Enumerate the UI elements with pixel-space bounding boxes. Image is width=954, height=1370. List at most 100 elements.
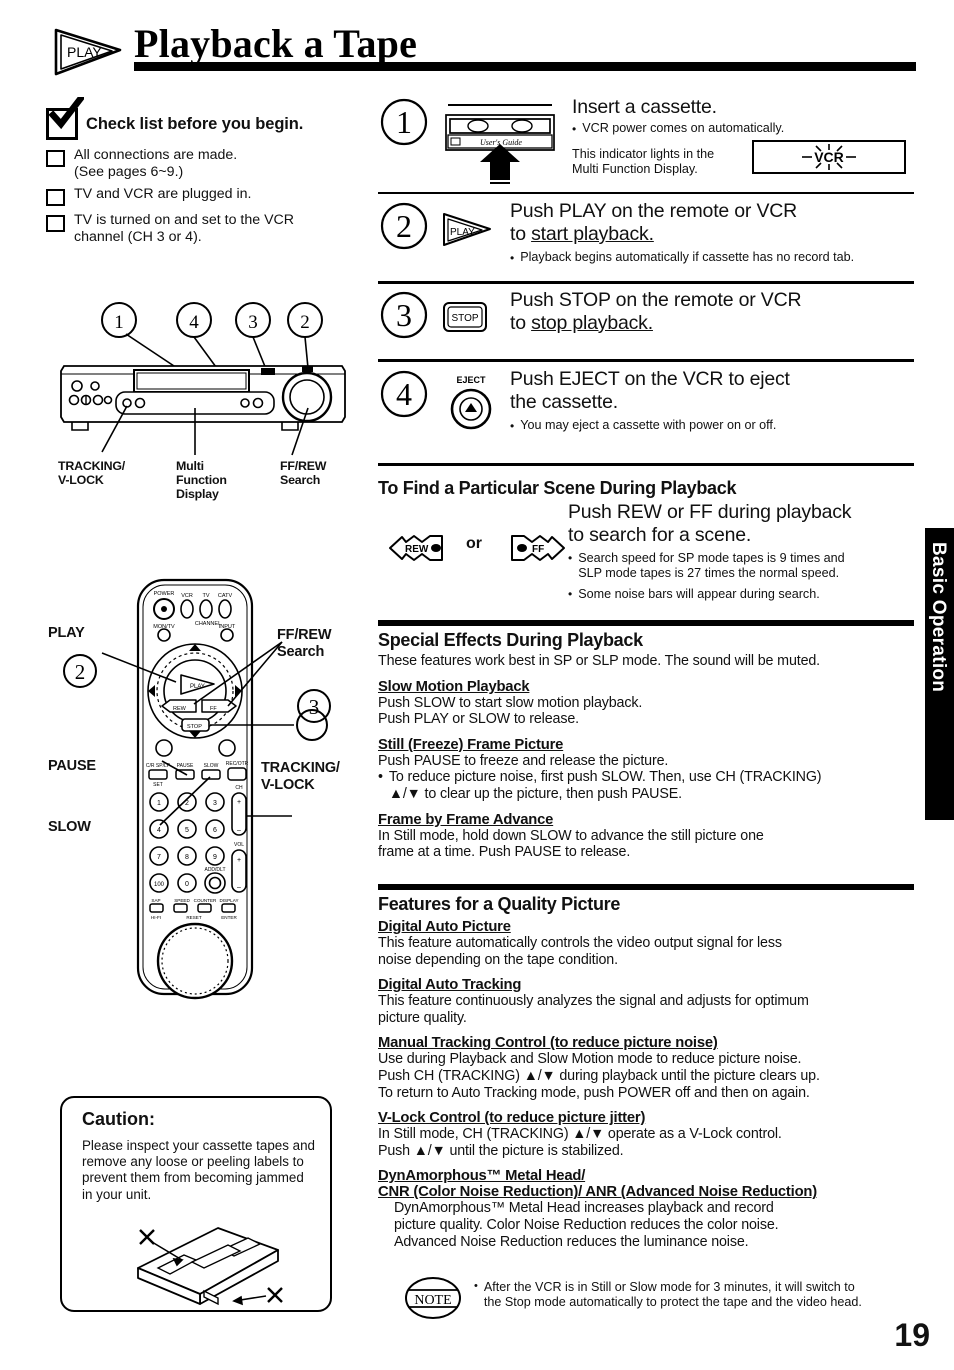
digital-auto-tracking-line: This feature continuously analyzes the s… <box>378 993 809 1010</box>
svg-text:SET: SET <box>153 782 163 788</box>
quality-features-section: Features for a Quality Picture Digital A… <box>378 894 914 1250</box>
svg-text:5: 5 <box>185 827 189 834</box>
step-4-title-line2: the cassette. <box>510 391 618 413</box>
vlock-control-line: Push ▲/▼ until the picture is stabilized… <box>378 1142 624 1159</box>
dynamorphous-line: DynAmorphous™ Metal Head increases playb… <box>394 1200 774 1217</box>
step-2-underlined: start playback. <box>531 223 654 245</box>
checked-checkbox-icon <box>46 97 84 140</box>
note-text: After the VCR is in Still or Slow mode f… <box>483 1280 862 1309</box>
svg-text:7: 7 <box>157 854 161 861</box>
step-3-title-line1: Push STOP on the remote or VCR <box>510 289 802 311</box>
step-1-bullet: • VCR power comes on automatically. <box>572 121 785 136</box>
step-4-text: Push EJECT on the VCR to eject the casse… <box>510 368 914 434</box>
step-3-underlined: stop playback. <box>531 312 653 334</box>
step-2-title-line2: to start playback. <box>510 223 914 246</box>
stop-icon-label: STOP <box>451 313 478 324</box>
svg-text:VCR: VCR <box>181 593 193 599</box>
remote-callout-2: 2 <box>60 651 100 696</box>
special-effects-intro: These features work best in SP or SLP mo… <box>378 653 820 669</box>
checklist-block: Check list before you begin. All connect… <box>46 97 358 245</box>
svg-text:VCR: VCR <box>814 149 844 165</box>
step-divider-rule <box>378 281 914 284</box>
checklist-item[interactable]: TV is turned on and set to the VCR chann… <box>46 212 358 245</box>
section-divider-rule <box>378 884 914 890</box>
step-4-bullet: • You may eject a cassette with power on… <box>510 418 777 433</box>
svg-text:ADD/DLT: ADD/DLT <box>204 867 225 873</box>
step-2: 2 PLAY Push PLAY on the remote or VCR to… <box>378 200 914 276</box>
remote-label-pause: PAUSE <box>48 758 96 774</box>
svg-text:0: 0 <box>185 881 189 888</box>
side-tab-label: Basic Operation <box>928 542 949 693</box>
svg-text:2: 2 <box>396 208 412 244</box>
svg-text:4: 4 <box>157 827 161 834</box>
vlock-control-title: V-Lock Control (to reduce picture jitter… <box>378 1110 646 1127</box>
svg-text:2: 2 <box>300 312 310 333</box>
side-tab-basic-operation: Basic Operation <box>925 528 954 820</box>
step-3-text: Push STOP on the remote or VCR to stop p… <box>510 289 914 335</box>
checklist-item-label: All connections are made. (See pages 6~9… <box>74 147 238 180</box>
cassette-insert-icon: User's Guide <box>434 98 566 189</box>
find-scene-line2: to search for a scene. <box>568 524 752 546</box>
vcr-indicator-display-box: VCR <box>752 140 906 174</box>
section-divider-rule <box>378 620 914 626</box>
checklist-item[interactable]: All connections are made. (See pages 6~9… <box>46 147 358 180</box>
step-divider-rule <box>378 192 914 195</box>
checkbox-icon[interactable] <box>46 215 65 232</box>
caution-title: Caution: <box>82 1109 155 1129</box>
checklist-item[interactable]: TV and VCR are plugged in. <box>46 186 358 206</box>
page-number: 19 <box>894 1317 930 1353</box>
svg-text:CATV: CATV <box>218 593 233 599</box>
play-triangle-logo-icon: PLAY <box>50 24 132 80</box>
checklist-heading-row: Check list before you begin. <box>46 97 358 140</box>
dynamorphous-line: Advanced Noise Reduction reduces the lum… <box>394 1233 749 1250</box>
find-scene-line1: Push REW or FF during playback <box>568 501 852 523</box>
step-3-prefix: to <box>510 312 532 334</box>
rew-icon-label: REW <box>405 544 429 555</box>
find-scene-text: Push REW or FF during playback to search… <box>568 501 914 602</box>
special-effects-section: Special Effects During Playback These fe… <box>378 630 914 861</box>
svg-text:SPEED: SPEED <box>174 898 190 903</box>
svg-text:FF: FF <box>210 706 217 712</box>
still-frame-bullet: • To reduce picture noise, first push SL… <box>378 769 822 802</box>
svg-text:CH: CH <box>235 785 243 791</box>
manual-tracking-title: Manual Tracking Control (to reduce pictu… <box>378 1035 718 1052</box>
step-2-text: Push PLAY on the remote or VCR to start … <box>510 200 914 266</box>
svg-text:100: 100 <box>154 882 165 888</box>
step-divider-rule <box>378 359 914 362</box>
remote-label-ffrew: FF/REW Search <box>277 627 332 660</box>
play-icon-label: PLAY <box>450 227 475 238</box>
checkbox-icon[interactable] <box>46 150 65 167</box>
svg-text:+: + <box>237 799 241 806</box>
svg-text:HI-FI: HI-FI <box>151 915 161 920</box>
checkbox-icon[interactable] <box>46 189 65 206</box>
step-3: 3 STOP Push STOP on the remote or VCR to… <box>378 289 914 353</box>
note-bullet: • After the VCR is in Still or Slow mode… <box>474 1276 862 1320</box>
svg-text:PLAY: PLAY <box>67 44 102 60</box>
svg-text:REC/OTR: REC/OTR <box>226 761 249 767</box>
stop-button-icon: STOP <box>440 299 492 342</box>
svg-text:3: 3 <box>213 800 217 807</box>
svg-text:1: 1 <box>157 800 161 807</box>
digital-auto-picture-line: This feature automatically controls the … <box>378 935 782 951</box>
checklist-item-label: TV is turned on and set to the VCR chann… <box>74 212 295 245</box>
still-frame-title: Still (Freeze) Frame Picture <box>378 736 564 753</box>
section-divider-rule <box>378 463 914 466</box>
step-1-bullet-text: VCR power comes on automatically. <box>582 121 785 135</box>
svg-text:ENTER: ENTER <box>221 915 237 920</box>
ff-icon-label: FF <box>532 544 544 555</box>
find-scene-bullet-text: Search speed for SP mode tapes is 9 time… <box>578 551 845 580</box>
find-scene-heading: To Find a Particular Scene During Playba… <box>378 478 737 498</box>
manual-page: PLAY Playback a Tape Check list before y… <box>0 0 954 1370</box>
step-2-title-line1: Push PLAY on the remote or VCR <box>510 200 798 222</box>
digital-auto-tracking-line: picture quality. <box>378 1009 467 1026</box>
svg-text:–: – <box>237 827 241 834</box>
dynamorphous-line: picture quality. Color Noise Reduction r… <box>394 1216 779 1233</box>
svg-text:6: 6 <box>213 827 217 834</box>
page-title: Playback a Tape <box>134 21 418 66</box>
svg-text:VOL: VOL <box>234 842 244 848</box>
manual-tracking-line: Push CH (TRACKING) ▲/▼ during playback u… <box>378 1067 820 1084</box>
dynamorphous-title: DynAmorphous™ Metal Head/ <box>378 1168 586 1185</box>
svg-text:8: 8 <box>185 854 189 861</box>
svg-text:1: 1 <box>396 104 412 140</box>
step-2-bullet-text: Playback begins automatically if cassett… <box>520 250 855 264</box>
